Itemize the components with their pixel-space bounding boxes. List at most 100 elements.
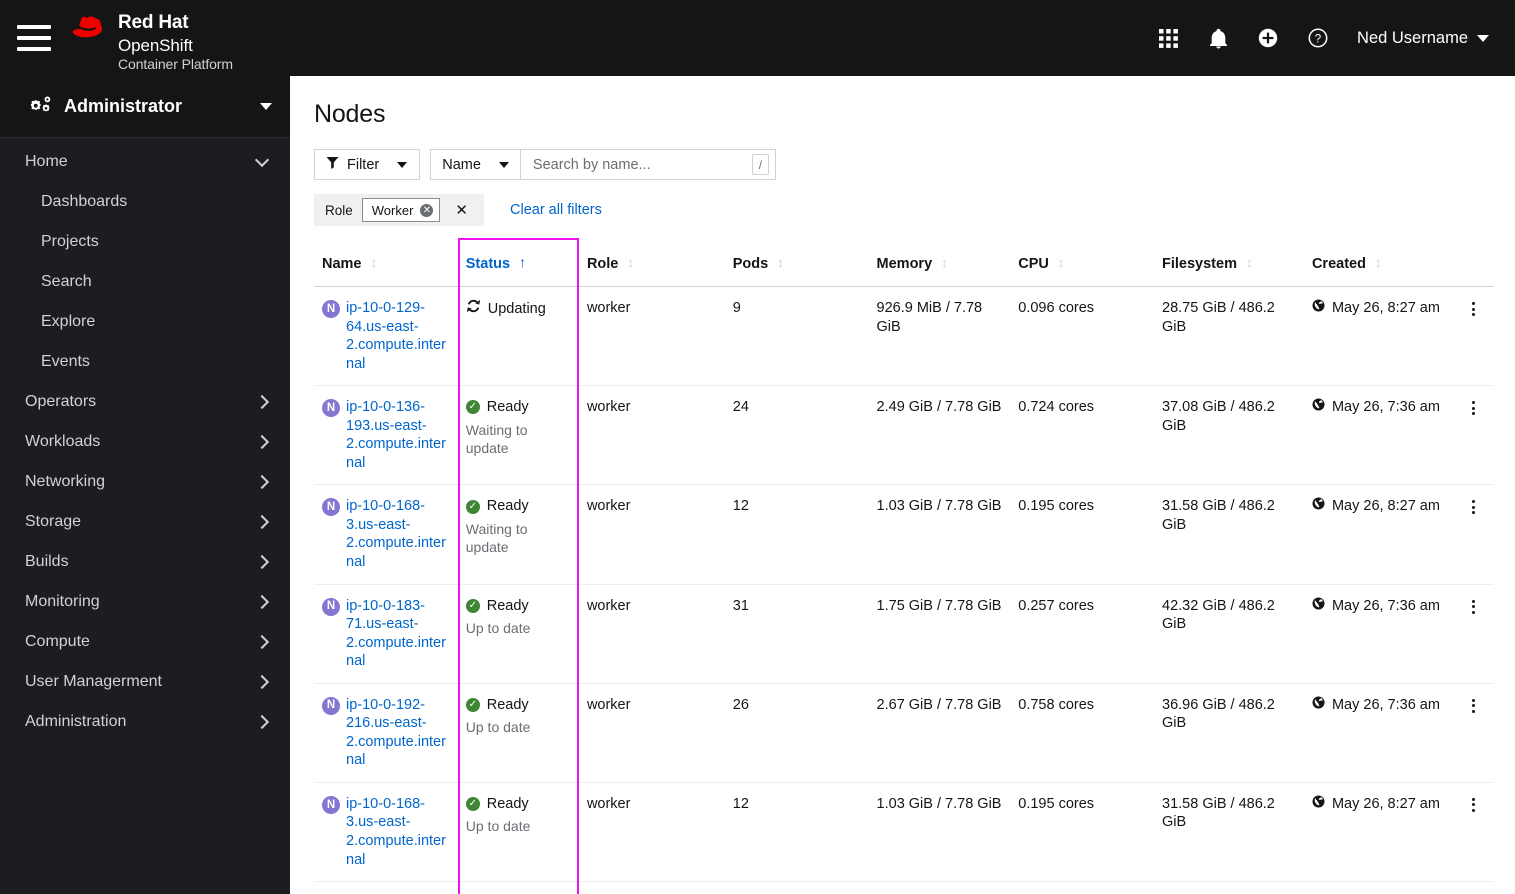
resource-badge-node-icon: N <box>322 597 340 616</box>
help-circle-icon[interactable]: ? <box>1293 0 1343 76</box>
node-name-link[interactable]: ip-10-0-136-193.us-east-2.compute.intern… <box>346 398 450 472</box>
clear-filter-group-icon[interactable]: ✕ <box>449 203 474 218</box>
cell-filesystem: 37.08 GiB / 486.2 GiB <box>1154 385 1304 486</box>
kebab-menu-icon[interactable] <box>1461 398 1486 416</box>
sort-ascending-icon: ↑ <box>519 254 527 270</box>
search-input[interactable] <box>530 155 752 174</box>
sidebar-item-monitoring[interactable]: Monitoring <box>0 582 290 622</box>
created-cell: May 26, 8:27 am <box>1312 299 1445 318</box>
node-name-link[interactable]: ip-10-0-183-71.us-east-2.compute.interna… <box>346 597 450 671</box>
node-name-link[interactable]: ip-10-0-129-64.us-east-2.compute.interna… <box>346 299 450 373</box>
cell-memory: 1.75 GiB / 7.78 GiB <box>868 881 1011 894</box>
sidebar-item-user-managerment[interactable]: User Managerment <box>0 662 290 702</box>
cell-actions <box>1452 683 1494 783</box>
applications-grid-icon[interactable] <box>1143 0 1193 76</box>
sidebar-item-storage[interactable]: Storage <box>0 502 290 542</box>
column-header-role[interactable]: Role ↕ <box>578 244 725 287</box>
sidebar-item-explore[interactable]: Explore <box>0 302 290 342</box>
cell-actions <box>1452 881 1494 894</box>
sidebar-item-label: Dashboards <box>41 193 128 210</box>
globe-icon <box>1312 299 1325 318</box>
perspective-switcher[interactable]: Administrator <box>0 76 290 138</box>
cell-created: May 26, 8:27 am <box>1303 484 1453 585</box>
hamburger-icon[interactable] <box>17 25 51 51</box>
sidebar-item-label: Monitoring <box>25 593 100 610</box>
check-circle-icon: ✓ <box>465 400 480 415</box>
column-header-pods[interactable]: Pods ↕ <box>724 244 869 287</box>
chevron-down-icon <box>498 161 509 168</box>
page-title: Nodes <box>314 100 386 128</box>
nodes-table: Name ↕ Status ↑ Role ↕ Pods ↕ Memory ↕ CPU ↕ Filesys… <box>314 244 1494 894</box>
table-row: Nip-10-0-168-3.us-east-2.compute.interna… <box>314 484 1494 585</box>
column-header-memory[interactable]: Memory ↕ <box>868 244 1011 287</box>
chevron-down-icon <box>260 103 272 110</box>
cell-name: Nip-10-0-192-216.us-east-2.compute.inter… <box>314 683 458 783</box>
status-sublabel: Waiting to update <box>465 421 528 456</box>
nodes-table-wrapper: Name ↕ Status ↑ Role ↕ Pods ↕ Memory ↕ CPU ↕ Filesys… <box>290 238 1515 894</box>
created-cell: May 26, 8:27 am <box>1312 795 1445 814</box>
status-sublabel: Up to date <box>465 719 531 736</box>
node-name-link[interactable]: ip-10-0-192-216.us-east-2.compute.intern… <box>346 696 450 770</box>
kebab-menu-icon[interactable] <box>1461 696 1486 713</box>
node-name-link[interactable]: ip-10-0-168-3.us-east-2.compute.internal <box>346 497 450 571</box>
column-header-created[interactable]: Created ↕ <box>1303 244 1453 287</box>
cell-memory: 2.67 GiB / 7.78 GiB <box>868 683 1011 783</box>
clear-all-filters-link[interactable]: Clear all filters <box>510 202 602 218</box>
sidebar-item-dashboards[interactable]: Dashboards <box>0 182 290 222</box>
sidebar-item-projects[interactable]: Projects <box>0 222 290 262</box>
main-content: Nodes Filter Name / Role Worker ✕ <box>290 76 1515 894</box>
search-attribute-dropdown[interactable]: Name <box>430 149 521 180</box>
sidebar-item-builds[interactable]: Builds <box>0 542 290 582</box>
column-header-cpu[interactable]: CPU ↕ <box>1010 244 1155 287</box>
kebab-menu-icon[interactable] <box>1461 299 1486 316</box>
cell-name: Nip-10-0-129-64.us-east-2.compute.intern… <box>314 286 458 387</box>
column-header-status[interactable]: Status ↑ <box>457 244 579 287</box>
bell-icon[interactable] <box>1193 0 1243 76</box>
chevron-right-icon <box>254 674 270 690</box>
cogs-icon <box>30 95 52 119</box>
sidebar-item-workloads[interactable]: Workloads <box>0 422 290 462</box>
column-header-filesystem[interactable]: Filesystem ↕ <box>1154 244 1304 287</box>
brand-line-container-platform: Container Platform <box>118 55 233 72</box>
sidebar-item-label: Administration <box>25 713 127 730</box>
sidebar-item-search[interactable]: Search <box>0 262 290 302</box>
cell-memory: 1.03 GiB / 7.78 GiB <box>868 782 1011 883</box>
sidebar-item-label: User Managerment <box>25 673 162 690</box>
kebab-menu-icon[interactable] <box>1461 497 1486 515</box>
kebab-menu-icon[interactable] <box>1461 597 1486 614</box>
user-menu-button[interactable]: Ned Username <box>1343 0 1515 76</box>
sidebar-item-label: Workloads <box>25 433 101 450</box>
plus-circle-icon[interactable] <box>1243 0 1293 76</box>
check-circle-icon: ✓ <box>465 499 480 514</box>
cell-memory: 926.9 MiB / 7.78 GiB <box>868 286 1011 387</box>
sidebar-item-events[interactable]: Events <box>0 342 290 382</box>
sidebar-item-networking[interactable]: Networking <box>0 462 290 502</box>
cell-created: May 26, 7:36 am <box>1303 584 1453 684</box>
brand-logo[interactable]: Red Hat OpenShift Container Platform <box>69 3 233 73</box>
cell-status: ✓ Ready Waiting to update <box>457 385 579 486</box>
cell-actions <box>1452 584 1494 684</box>
filter-chip-worker[interactable]: Worker ✕ <box>361 198 441 222</box>
sidebar-item-label: Networking <box>25 473 106 490</box>
cell-cpu: 0.096 cores <box>1010 286 1155 387</box>
kebab-menu-icon[interactable] <box>1461 795 1486 812</box>
filter-dropdown-button[interactable]: Filter <box>314 149 421 180</box>
globe-icon <box>1312 696 1325 715</box>
created-timestamp: May 26, 7:36 am <box>1331 399 1440 416</box>
table-row: Nip-10-0-183-71.us-east-2.compute.intern… <box>314 584 1494 684</box>
sidebar-item-administration[interactable]: Administration <box>0 702 290 742</box>
status-main: ✓ Ready <box>465 696 571 715</box>
cell-pods: 31 <box>724 881 869 894</box>
brand-line-openshift: OpenShift <box>118 35 193 55</box>
sync-icon <box>466 299 481 319</box>
sidebar-item-operators[interactable]: Operators <box>0 382 290 422</box>
column-header-name[interactable]: Name ↕ <box>314 244 458 287</box>
sidebar-item-label: Home <box>25 153 68 170</box>
cell-status: Updating <box>457 286 579 387</box>
close-icon[interactable]: ✕ <box>420 203 434 217</box>
sidebar-item-home[interactable]: Home <box>0 142 290 182</box>
cell-name: Nip-10-0-168-3.us-east-2.compute.interna… <box>314 782 458 883</box>
node-name-link[interactable]: ip-10-0-168-3.us-east-2.compute.internal <box>346 795 450 869</box>
sidebar-item-compute[interactable]: Compute <box>0 622 290 662</box>
status-label: Updating <box>487 300 546 317</box>
